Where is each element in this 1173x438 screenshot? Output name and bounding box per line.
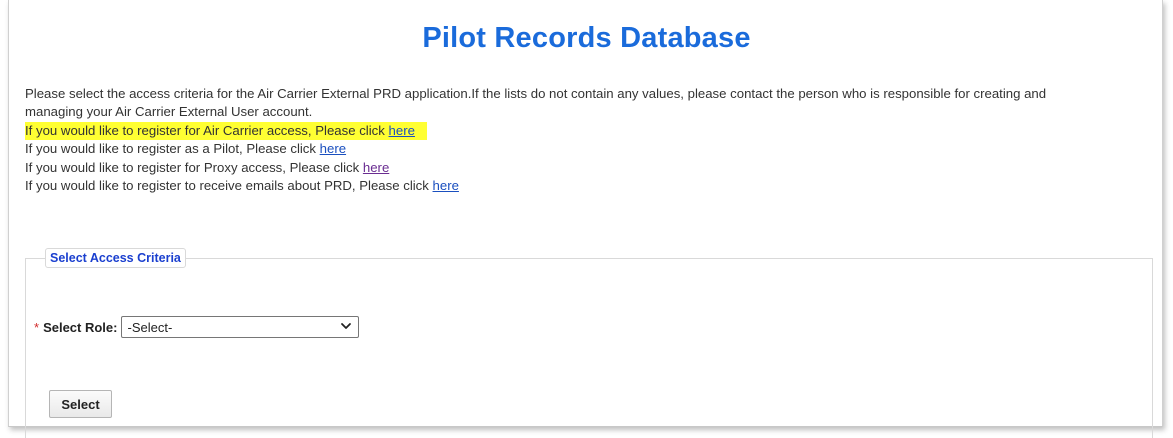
role-select-value: -Select-: [127, 319, 173, 335]
register-pilot-line: If you would like to register as a Pilot…: [25, 140, 1155, 158]
select-button[interactable]: Select: [49, 390, 112, 418]
register-air-carrier-text: If you would like to register for Air Ca…: [25, 122, 389, 138]
intro-line: Please select the access criteria for th…: [25, 86, 1047, 101]
register-emails-line: If you would like to register to receive…: [25, 177, 1155, 195]
chevron-down-icon: [340, 320, 352, 335]
role-label: Select Role:: [43, 319, 118, 335]
page-frame: Pilot Records Database Please select the…: [8, 0, 1163, 438]
access-criteria-legend: Select Access Criteria: [45, 248, 186, 268]
highlight-mark: If you would like to register for Air Ca…: [25, 121, 427, 141]
register-pilot-link[interactable]: here: [320, 141, 346, 156]
register-air-carrier-line: If you would like to register for Air Ca…: [25, 121, 1155, 141]
page-title: Pilot Records Database: [422, 22, 751, 54]
register-proxy-line: If you would like to register for Proxy …: [25, 159, 1155, 177]
register-pilot-text: If you would like to register as a Pilot…: [25, 141, 320, 157]
register-proxy-link[interactable]: here: [363, 160, 389, 175]
register-air-carrier-link[interactable]: here: [389, 123, 415, 138]
register-emails-link[interactable]: here: [433, 178, 459, 193]
access-criteria-fieldset: Select Access Criteria * Select Role: -S…: [25, 248, 1153, 438]
role-row: * Select Role: -Select-: [34, 316, 360, 338]
required-marker: *: [34, 319, 40, 335]
role-select[interactable]: -Select-: [121, 316, 360, 338]
intro-text: Please select the access criteria for th…: [25, 85, 1155, 195]
register-emails-text: If you would like to register to receive…: [25, 178, 433, 194]
intro-line: managing your Air Carrier External User …: [25, 104, 313, 120]
register-proxy-text: If you would like to register for Proxy …: [25, 159, 363, 175]
